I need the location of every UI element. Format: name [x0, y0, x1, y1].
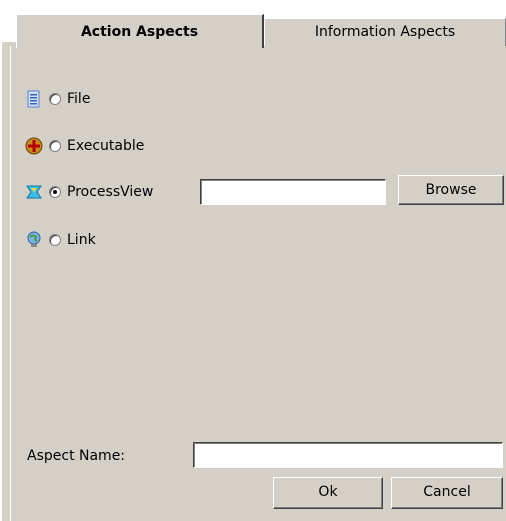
processview-path-input[interactable]	[200, 179, 386, 205]
executable-icon	[25, 137, 43, 155]
link-radio[interactable]	[49, 234, 61, 246]
processview-label: ProcessView	[67, 184, 154, 200]
document-icon	[25, 90, 43, 108]
executable-label: Executable	[67, 138, 145, 154]
file-label: File	[67, 91, 91, 107]
executable-radio[interactable]	[49, 140, 61, 152]
option-executable[interactable]: Executable	[25, 135, 144, 157]
option-processview[interactable]: ProcessView	[25, 181, 153, 203]
link-label: Link	[67, 232, 96, 248]
option-file[interactable]: File	[25, 88, 90, 110]
aspect-name-input[interactable]	[193, 442, 503, 468]
aspect-dialog: Action Aspects Information Aspects File	[2, 0, 506, 521]
file-radio[interactable]	[49, 93, 61, 105]
cancel-button[interactable]: Cancel	[391, 477, 503, 509]
tab-information-aspects[interactable]: Information Aspects	[264, 18, 506, 46]
ok-button[interactable]: Ok	[273, 477, 383, 509]
link-globe-icon	[25, 231, 43, 249]
tab-action-aspects[interactable]: Action Aspects	[16, 14, 264, 48]
option-link[interactable]: Link	[25, 229, 96, 251]
action-aspects-panel: File Executable ProcessView Link Browse …	[10, 46, 506, 521]
tab-bar: Action Aspects Information Aspects	[2, 0, 506, 48]
aspect-name-label: Aspect Name:	[27, 448, 126, 464]
processview-radio[interactable]	[49, 186, 61, 198]
process-view-icon	[25, 183, 43, 201]
browse-button[interactable]: Browse	[398, 175, 504, 205]
